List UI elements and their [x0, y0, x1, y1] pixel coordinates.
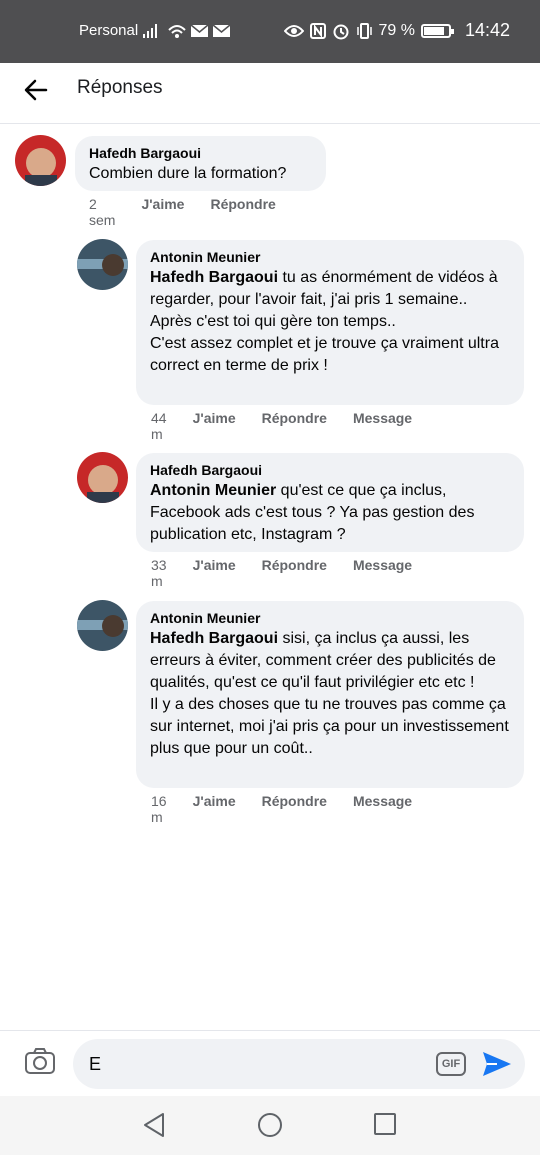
app-bar: Réponses [0, 63, 540, 124]
mention-link[interactable]: Hafedh Bargaoui [150, 630, 278, 647]
avatar[interactable] [77, 600, 128, 651]
comment-actions: 2 sem J'aime Répondre [89, 196, 302, 228]
battery-percent: 79 % [378, 21, 415, 39]
comment-bubble[interactable]: Antonin Meunier Hafedh Bargaoui tu as én… [136, 240, 524, 405]
reply-button[interactable]: Répondre [262, 793, 327, 825]
reply-button[interactable]: Répondre [262, 410, 327, 442]
gif-button[interactable]: GIF [436, 1052, 466, 1076]
status-bar: Personal 79 % 14:42 [0, 0, 540, 63]
comment-actions: 44 m J'aime Répondre Message [151, 410, 438, 442]
nav-back-icon[interactable] [142, 1112, 166, 1138]
comment-author[interactable]: Antonin Meunier [150, 610, 510, 626]
mention-link[interactable]: Hafedh Bargaoui [150, 269, 278, 286]
comment-bubble[interactable]: Hafedh Bargaoui Combien dure la formatio… [75, 136, 326, 191]
comment-author[interactable]: Antonin Meunier [150, 249, 510, 265]
vibrate-icon [357, 22, 373, 39]
comment-bubble[interactable]: Hafedh Bargaoui Antonin Meunier qu'est c… [136, 453, 524, 552]
page-title: Réponses [77, 77, 163, 98]
comment-actions: 16 m J'aime Répondre Message [151, 793, 438, 825]
nav-recents-icon[interactable] [373, 1112, 397, 1136]
reply-button[interactable]: Répondre [210, 196, 275, 228]
like-button[interactable]: J'aime [141, 196, 184, 228]
camera-icon[interactable] [24, 1047, 56, 1075]
avatar[interactable] [15, 135, 66, 186]
message-button[interactable]: Message [353, 557, 412, 589]
comment-bubble[interactable]: Antonin Meunier Hafedh Bargaoui sisi, ça… [136, 601, 524, 788]
clock: 14:42 [464, 20, 510, 40]
like-button[interactable]: J'aime [193, 793, 236, 825]
back-arrow-icon[interactable] [22, 75, 52, 105]
alarm-icon [333, 24, 349, 39]
comment-author[interactable]: Hafedh Bargaoui [150, 462, 510, 478]
avatar[interactable] [77, 452, 128, 503]
carrier-label: Personal [79, 22, 139, 39]
message-button[interactable]: Message [353, 410, 412, 442]
like-button[interactable]: J'aime [193, 557, 236, 589]
comment-actions: 33 m J'aime Répondre Message [151, 557, 438, 589]
send-icon[interactable] [481, 1050, 513, 1078]
comment-text: Combien dure la formation? [89, 165, 287, 182]
message-button[interactable]: Message [353, 793, 412, 825]
comment-time: 16 m [151, 793, 167, 825]
nav-home-icon[interactable] [257, 1112, 283, 1138]
nfc-icon [310, 22, 327, 39]
like-button[interactable]: J'aime [193, 410, 236, 442]
comment-time: 44 m [151, 410, 167, 442]
signal-wifi-mail-icons [143, 24, 231, 38]
avatar[interactable] [77, 239, 128, 290]
eye-icon [284, 24, 305, 37]
reply-button[interactable]: Répondre [262, 557, 327, 589]
mention-link[interactable]: Antonin Meunier [150, 482, 276, 499]
system-nav-bar [0, 1096, 540, 1155]
battery-icon [420, 23, 454, 38]
comment-author[interactable]: Hafedh Bargaoui [89, 145, 312, 161]
comment-time: 33 m [151, 557, 167, 589]
comment-text: sisi, ça inclus ça aussi, les erreurs à … [150, 630, 509, 757]
reply-composer: GIF [0, 1030, 540, 1097]
comment-time: 2 sem [89, 196, 116, 228]
